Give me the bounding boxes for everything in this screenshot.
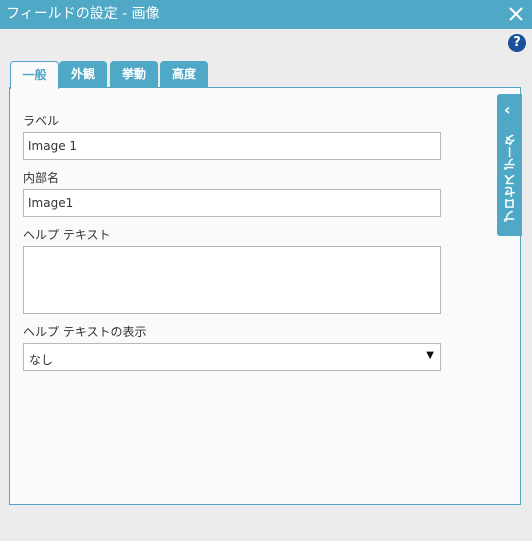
help-display-value: なし xyxy=(29,353,54,367)
label-field-label: ラベル xyxy=(23,114,60,128)
field-settings-dialog: フィールドの設定 - 画像 ? 一般 外観 挙動 高度 ラベル 内部名 ヘルプ … xyxy=(0,0,532,541)
process-data-label: プロセス データ xyxy=(503,134,517,223)
help-text-textarea[interactable] xyxy=(23,246,441,314)
tab-behavior[interactable]: 挙動 xyxy=(110,61,158,87)
help-display-label: ヘルプ テキストの表示 xyxy=(23,325,147,339)
internal-name-input[interactable] xyxy=(23,189,441,217)
title-bar[interactable]: フィールドの設定 - 画像 xyxy=(0,0,532,29)
tab-general[interactable]: 一般 xyxy=(10,61,59,89)
tab-advanced[interactable]: 高度 xyxy=(160,61,208,87)
help-icon[interactable]: ? xyxy=(508,34,526,52)
window-title: フィールドの設定 - 画像 xyxy=(6,6,160,22)
help-display-select[interactable]: なし ▼ xyxy=(23,343,441,371)
dropdown-arrow-icon: ▼ xyxy=(426,350,434,361)
tab-appearance[interactable]: 外観 xyxy=(59,61,107,87)
chevron-left-icon: ‹ xyxy=(504,100,511,119)
process-data-panel-toggle[interactable]: ‹ プロセス データ xyxy=(497,94,522,236)
label-input[interactable] xyxy=(23,132,441,160)
help-text-label: ヘルプ テキスト xyxy=(23,228,111,242)
close-icon[interactable] xyxy=(506,4,526,24)
internal-name-label: 内部名 xyxy=(23,171,60,185)
